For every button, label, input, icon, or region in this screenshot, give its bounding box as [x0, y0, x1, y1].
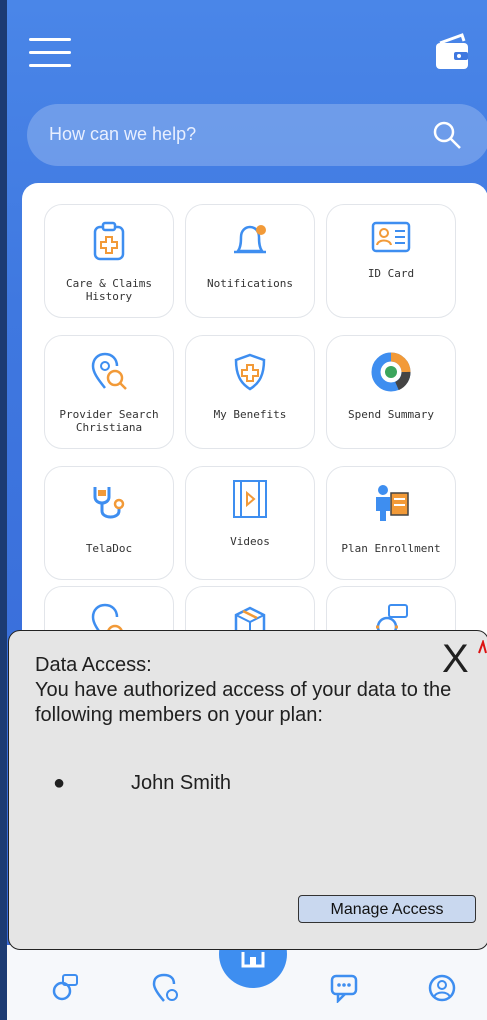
shield-medical-icon	[234, 353, 266, 391]
tile-label: My Benefits	[213, 408, 287, 421]
tile-care-claims[interactable]: Care & Claims History	[44, 204, 174, 318]
tile-label: Videos	[230, 535, 270, 548]
clipboard-medical-icon	[93, 221, 125, 261]
tile-teladoc[interactable]: TelaDoc	[44, 466, 174, 580]
wallet-icon[interactable]	[434, 33, 470, 71]
tile-label: Plan Enrollment	[341, 542, 441, 555]
tile-spend-summary[interactable]: Spend Summary	[326, 335, 456, 449]
dialog-title: Data Access:	[35, 654, 152, 676]
stethoscope-icon	[93, 487, 125, 519]
bullet-icon: ●	[53, 772, 66, 794]
id-card-icon	[371, 221, 411, 253]
enrollment-icon	[376, 485, 409, 521]
tile-id-card[interactable]: ID Card	[326, 204, 456, 318]
profile-icon[interactable]	[427, 973, 457, 1003]
location-search-icon	[91, 352, 127, 390]
tile-label: Provider Search Christiana	[59, 408, 159, 434]
menu-button[interactable]	[29, 38, 73, 68]
menu-line	[29, 51, 71, 54]
left-edge	[0, 0, 7, 1020]
dialog-text: Data Access: You have authorized access …	[35, 653, 465, 728]
donut-chart-icon	[371, 352, 411, 392]
data-access-dialog: Data Access: You have authorized access …	[8, 630, 487, 950]
location-nav-icon[interactable]	[150, 973, 180, 1003]
menu-line	[29, 64, 71, 67]
manage-access-button[interactable]: Manage Access	[298, 895, 476, 923]
dialog-body: You have authorized access of your data …	[35, 679, 452, 726]
tile-label: Care & Claims History	[65, 277, 153, 303]
chat-icon[interactable]	[329, 973, 359, 1003]
member-name: John Smith	[131, 772, 232, 794]
tile-provider-search[interactable]: Provider Search Christiana	[44, 335, 174, 449]
tile-my-benefits[interactable]: My Benefits	[185, 335, 315, 449]
tile-videos[interactable]: Videos	[185, 466, 315, 580]
search-icon[interactable]	[432, 120, 462, 150]
red-caret-icon	[478, 638, 487, 654]
tile-notifications[interactable]: Notifications	[185, 204, 315, 318]
search-bar[interactable]: How can we help?	[27, 104, 487, 166]
tile-label: Notifications	[206, 277, 294, 290]
tile-label: TelaDoc	[85, 542, 133, 555]
red-corner-mark	[478, 638, 487, 654]
tile-label: ID Card	[367, 267, 415, 280]
bell-icon	[234, 225, 266, 254]
tile-label: Spend Summary	[347, 408, 435, 421]
tile-plan-enrollment[interactable]: Plan Enrollment	[326, 466, 456, 580]
home-icon	[241, 952, 265, 968]
close-button[interactable]: X	[442, 637, 469, 681]
search-input[interactable]: How can we help?	[49, 124, 196, 145]
support-nav-icon[interactable]	[50, 973, 80, 1003]
video-film-icon	[233, 480, 267, 518]
menu-line	[29, 38, 71, 41]
